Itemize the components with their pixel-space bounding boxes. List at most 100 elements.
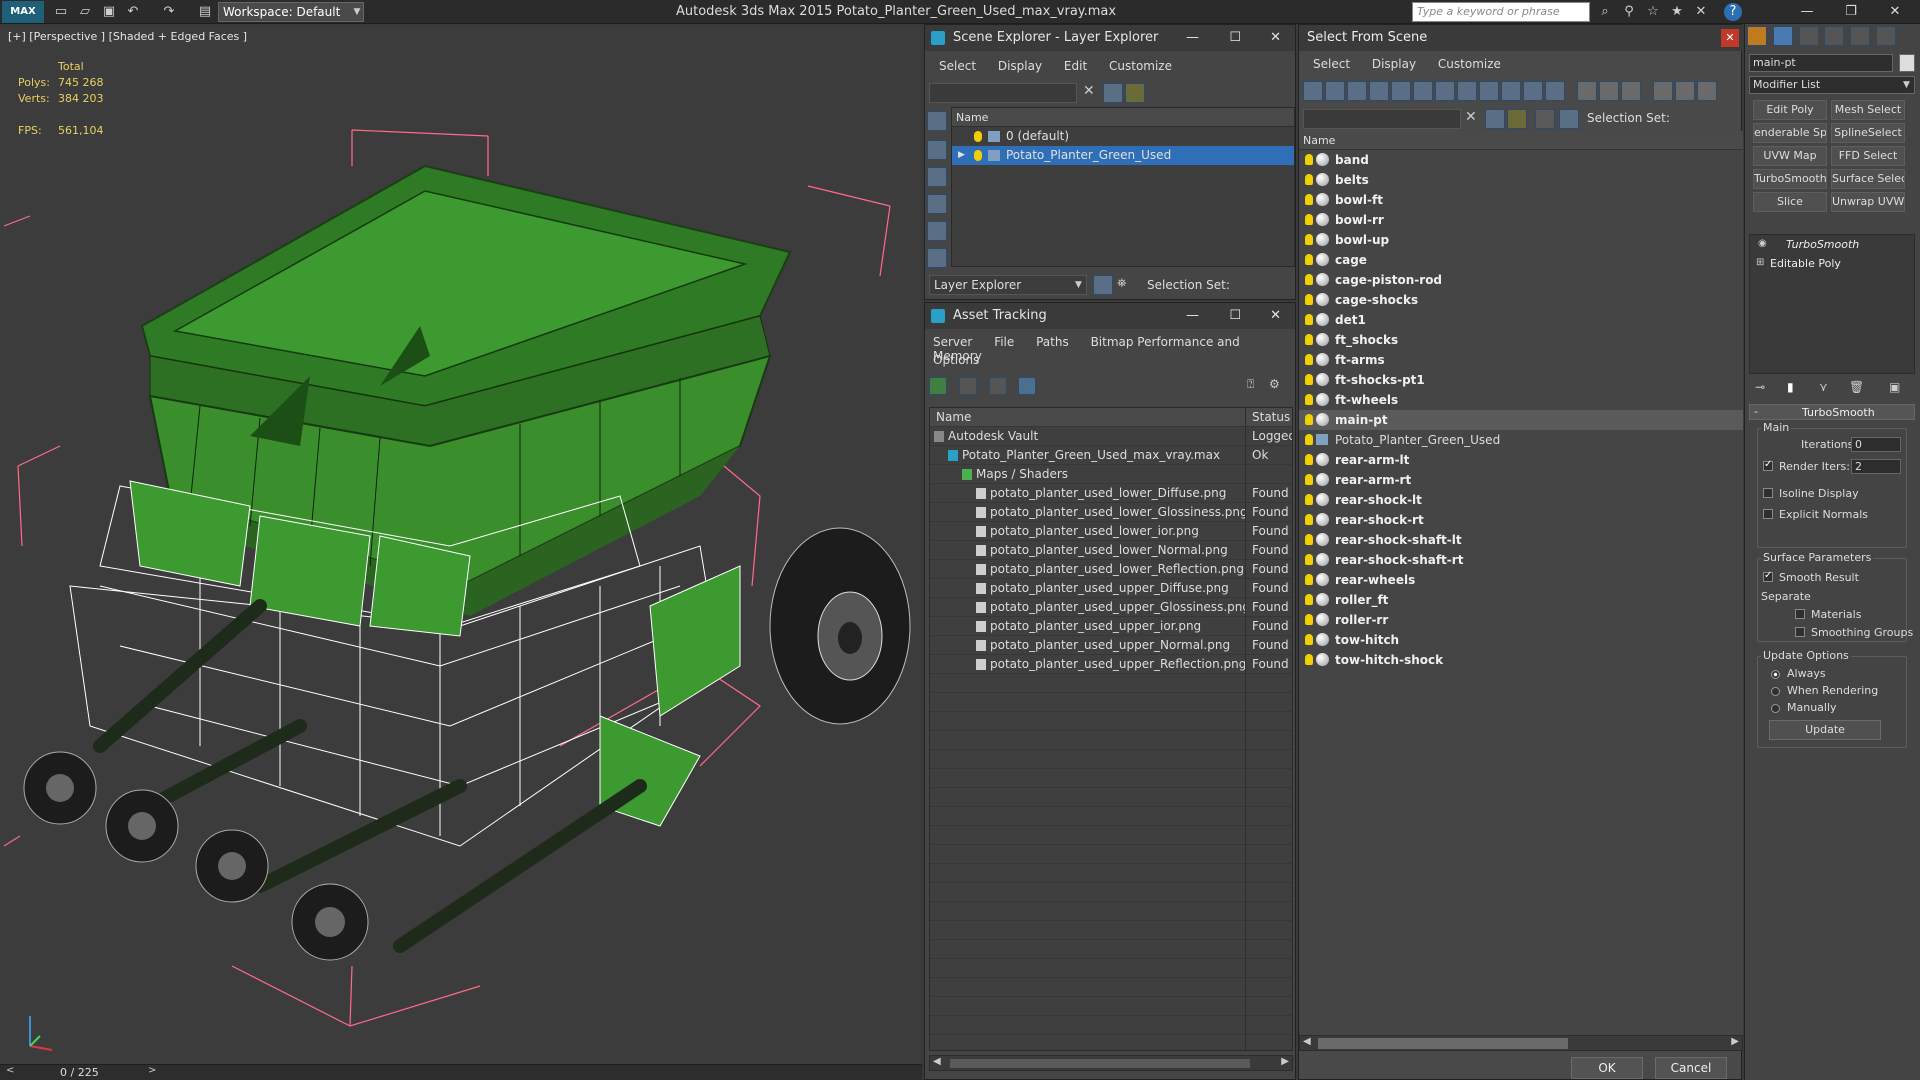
asset-row[interactable]: Maps / Shaders bbox=[930, 465, 1292, 484]
menu-select[interactable]: Select bbox=[1313, 57, 1350, 71]
select-all-icon[interactable] bbox=[1576, 81, 1597, 101]
lightbulb-icon[interactable]: ◉ bbox=[1758, 238, 1767, 249]
settings-icon[interactable]: ⚙ bbox=[1269, 377, 1280, 391]
object-name-field[interactable]: main-pt bbox=[1749, 54, 1893, 72]
options-icon[interactable] bbox=[1696, 81, 1717, 101]
object-row[interactable]: rear-shock-lt bbox=[1299, 490, 1743, 510]
scroll-left-icon[interactable]: ◀ bbox=[1303, 1036, 1311, 1047]
minimize-icon[interactable]: — bbox=[1786, 0, 1828, 24]
object-row[interactable]: main-pt bbox=[1299, 410, 1743, 430]
binoculars-icon[interactable]: ⌕ bbox=[1596, 3, 1614, 21]
display-tab-icon[interactable] bbox=[1850, 26, 1871, 46]
filter-icon[interactable] bbox=[1485, 109, 1505, 129]
layer-row[interactable]: ▶ Potato_Planter_Green_Used bbox=[952, 146, 1294, 165]
thumbnail-view-icon[interactable] bbox=[988, 377, 1007, 395]
modifier-button[interactable]: UVW Map bbox=[1753, 146, 1827, 166]
minimize-icon[interactable]: — bbox=[1186, 303, 1199, 329]
modifier-button[interactable]: SplineSelect bbox=[1831, 123, 1905, 143]
star-icon[interactable]: ★ bbox=[1668, 3, 1686, 21]
table-view-icon[interactable] bbox=[1018, 377, 1037, 395]
asset-row[interactable]: potato_planter_used_upper_ior.png Found bbox=[930, 617, 1292, 636]
save-icon[interactable]: ▣ bbox=[100, 3, 118, 21]
display-helpers-icon[interactable] bbox=[927, 221, 947, 241]
hierarchy-tab-icon[interactable] bbox=[1798, 26, 1819, 46]
clear-icon[interactable]: ✕ bbox=[1083, 83, 1095, 99]
time-slider[interactable]: < 0 / 225 > bbox=[0, 1064, 922, 1080]
lightbulb-icon[interactable] bbox=[1305, 334, 1313, 345]
stack-item-editable-poly[interactable]: Editable Poly bbox=[1750, 254, 1914, 273]
help-icon[interactable]: ? bbox=[1724, 3, 1742, 21]
menu-paths[interactable]: Paths bbox=[1036, 335, 1069, 349]
object-row[interactable]: band bbox=[1299, 150, 1743, 170]
object-row[interactable]: tow-hitch-shock bbox=[1299, 650, 1743, 670]
filter-groups-icon[interactable] bbox=[1435, 81, 1455, 101]
asset-row[interactable]: potato_planter_used_lower_Diffuse.png Fou… bbox=[930, 484, 1292, 503]
expand-icon[interactable]: ⊞ bbox=[1756, 257, 1764, 268]
find-input[interactable] bbox=[929, 83, 1077, 103]
lightbulb-icon[interactable] bbox=[1305, 434, 1313, 445]
object-color-swatch[interactable] bbox=[1899, 54, 1915, 72]
asset-row[interactable]: potato_planter_used_lower_Reflection.png… bbox=[930, 560, 1292, 579]
close-icon[interactable]: ✕ bbox=[1874, 0, 1916, 24]
object-row[interactable]: cage-piston-rod bbox=[1299, 270, 1743, 290]
filter-icon[interactable] bbox=[1103, 83, 1123, 103]
lightbulb-icon[interactable] bbox=[1305, 194, 1313, 205]
maximize-icon[interactable]: ☐ bbox=[1229, 25, 1241, 51]
ok-button[interactable]: OK bbox=[1571, 1057, 1643, 1079]
app-logo[interactable]: MAX bbox=[2, 1, 44, 23]
menu-edit[interactable]: Edit bbox=[1064, 59, 1087, 73]
modifier-button[interactable]: Unwrap UVW bbox=[1831, 192, 1905, 212]
lightbulb-icon[interactable] bbox=[1305, 374, 1313, 385]
layer-stack-icon[interactable] bbox=[1125, 83, 1145, 103]
object-row[interactable]: ft-arms bbox=[1299, 350, 1743, 370]
scroll-right-icon[interactable]: ▶ bbox=[1281, 1056, 1289, 1067]
modifier-button[interactable]: FFD Select bbox=[1831, 146, 1905, 166]
menu-display[interactable]: Display bbox=[998, 59, 1042, 73]
filter-xrefs-icon[interactable] bbox=[1457, 81, 1477, 101]
update-button[interactable]: Update bbox=[1769, 720, 1881, 740]
object-row[interactable]: rear-shock-rt bbox=[1299, 510, 1743, 530]
asset-row[interactable]: potato_planter_used_upper_Normal.png Foun… bbox=[930, 636, 1292, 655]
explorer-type-dropdown[interactable]: Layer Explorer bbox=[929, 275, 1087, 295]
menu-server[interactable]: Server bbox=[933, 335, 972, 349]
open-icon[interactable]: ▱ bbox=[76, 3, 94, 21]
lightbulb-icon[interactable] bbox=[1305, 654, 1313, 665]
display-cameras-icon[interactable] bbox=[927, 194, 947, 214]
new-icon[interactable]: ▭ bbox=[52, 3, 70, 21]
chevron-down-icon[interactable]: ▼ bbox=[1075, 275, 1082, 295]
lightbulb-icon[interactable] bbox=[1305, 294, 1313, 305]
manually-radio[interactable] bbox=[1771, 701, 1784, 714]
list-view-icon[interactable] bbox=[958, 377, 977, 395]
remove-modifier-icon[interactable]: 🗑 bbox=[1849, 380, 1864, 394]
scroll-right-icon[interactable]: ▶ bbox=[1731, 1036, 1739, 1047]
object-row[interactable]: roller-rr bbox=[1299, 610, 1743, 630]
modifier-button[interactable]: enderable Spli bbox=[1753, 123, 1827, 143]
asset-row[interactable]: potato_planter_used_upper_Glossiness.png… bbox=[930, 598, 1292, 617]
lightbulb-icon[interactable] bbox=[1305, 174, 1313, 185]
asset-row[interactable]: potato_planter_used_lower_Glossiness.png… bbox=[930, 503, 1292, 522]
maximize-icon[interactable]: ❐ bbox=[1830, 0, 1872, 24]
expand-arrow-icon[interactable]: ▶ bbox=[958, 146, 965, 165]
lightbulb-icon[interactable] bbox=[1305, 154, 1313, 165]
close-x-icon[interactable]: ✕ bbox=[1692, 3, 1710, 21]
modifier-button[interactable]: Mesh Select bbox=[1831, 100, 1905, 120]
collapse-icon[interactable]: - bbox=[1754, 405, 1758, 418]
object-row[interactable]: tow-hitch bbox=[1299, 630, 1743, 650]
iterations-spinner[interactable]: 0 bbox=[1851, 437, 1901, 452]
cancel-button[interactable]: Cancel bbox=[1655, 1057, 1727, 1079]
lightbulb-icon[interactable] bbox=[1305, 414, 1313, 425]
object-row[interactable]: cage bbox=[1299, 250, 1743, 270]
search-icon[interactable]: ⚲ bbox=[1620, 3, 1638, 21]
motion-tab-icon[interactable] bbox=[1824, 26, 1845, 46]
asset-row[interactable]: Autodesk Vault Logged bbox=[930, 427, 1292, 446]
display-lights-icon[interactable] bbox=[927, 167, 947, 187]
scroll-left-icon[interactable]: ◀ bbox=[933, 1056, 941, 1067]
hierarchy-icon[interactable] bbox=[1559, 109, 1579, 129]
undo-icon[interactable]: ↶ bbox=[124, 3, 142, 21]
select-invert-icon[interactable] bbox=[1620, 81, 1641, 101]
render-iters-checkbox[interactable] bbox=[1763, 459, 1777, 473]
object-row[interactable]: roller_ft bbox=[1299, 590, 1743, 610]
refresh-icon[interactable] bbox=[929, 377, 947, 395]
lightbulb-icon[interactable] bbox=[1305, 594, 1313, 605]
display-spacewarps-icon[interactable] bbox=[927, 248, 947, 268]
